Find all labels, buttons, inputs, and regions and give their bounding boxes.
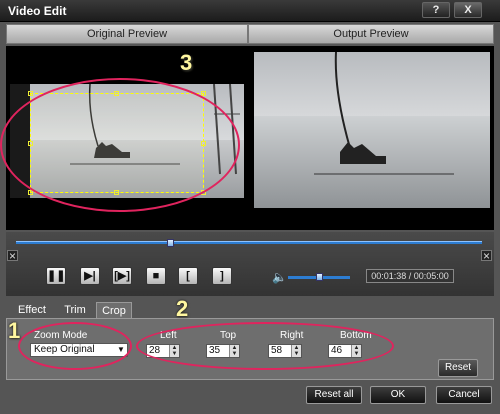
annotation-ellipse-preview: [0, 78, 240, 212]
annotation-number-1: 1: [8, 318, 21, 343]
original-preview-header: Original Preview: [6, 24, 248, 44]
output-preview-header: Output Preview: [248, 24, 494, 44]
tab-effect[interactable]: Effect: [14, 302, 50, 318]
edit-tabs: Effect Trim Crop: [6, 302, 494, 318]
clip-button[interactable]: [▶]: [112, 267, 132, 285]
close-button[interactable]: X: [454, 2, 482, 18]
title-bar: Video Edit ? X: [0, 0, 500, 22]
annotation-number-2: 2: [176, 296, 189, 321]
annotation-number-3: 3: [180, 50, 193, 75]
trim-start-marker-icon[interactable]: ×: [7, 250, 18, 262]
window-title: Video Edit: [8, 4, 67, 18]
speaker-icon[interactable]: 🔈: [272, 270, 287, 284]
annotation-ellipse-zoom: [18, 322, 132, 370]
pause-button[interactable]: ❚❚: [46, 267, 66, 285]
output-video-frame: [254, 52, 490, 208]
reset-all-button[interactable]: Reset all: [306, 386, 362, 404]
trim-end-marker-icon[interactable]: ×: [481, 250, 492, 262]
reset-button[interactable]: Reset: [438, 359, 478, 377]
stop-button[interactable]: ■: [146, 267, 166, 285]
crop-handle-top-left[interactable]: [28, 91, 33, 96]
next-frame-button[interactable]: ▶|: [80, 267, 100, 285]
mark-out-button[interactable]: ]: [212, 267, 232, 285]
volume-thumb[interactable]: [316, 273, 323, 281]
cancel-button[interactable]: Cancel: [436, 386, 492, 404]
ok-button[interactable]: OK: [370, 386, 426, 404]
tab-crop[interactable]: Crop: [96, 302, 132, 318]
annotation-ellipse-crop-values: [136, 322, 394, 370]
help-button[interactable]: ?: [422, 2, 450, 18]
mark-in-button[interactable]: [: [178, 267, 198, 285]
seek-thumb[interactable]: [166, 239, 174, 247]
time-display: 00:01:38 / 00:05:00: [366, 269, 454, 283]
tab-trim[interactable]: Trim: [58, 302, 92, 318]
seek-track[interactable]: [16, 241, 482, 244]
